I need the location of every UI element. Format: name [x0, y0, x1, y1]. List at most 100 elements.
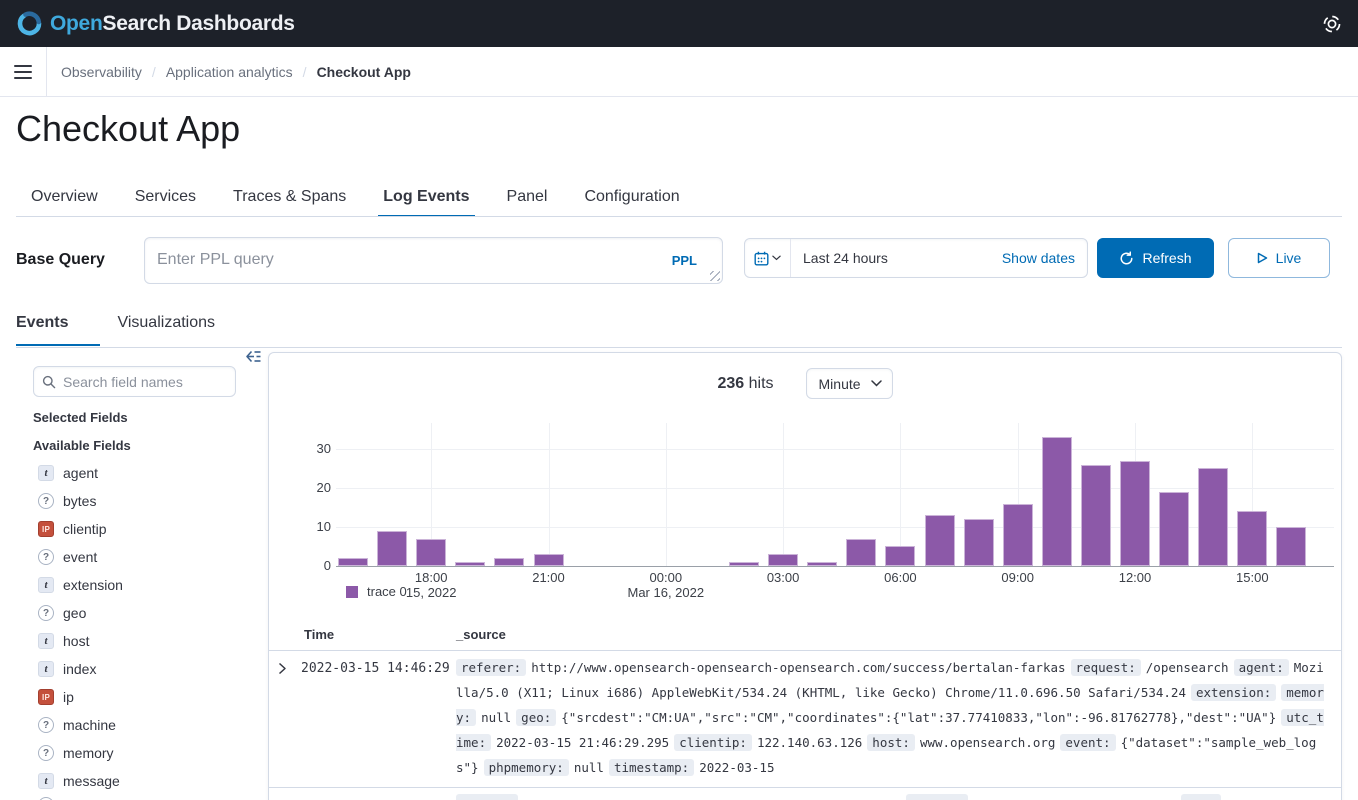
resize-handle-icon[interactable]	[710, 271, 720, 281]
chart-bar	[1159, 492, 1189, 566]
x-axis-tick-09-00: 09:00	[1001, 570, 1034, 585]
text-type-icon: t	[38, 661, 54, 677]
opensearch-logo-icon	[16, 10, 43, 37]
collapse-sidebar-icon[interactable]	[245, 350, 262, 363]
hits-histogram: trace 0 010203018:0015, 202221:0000:00Ma…	[269, 353, 1341, 613]
field-item-machine[interactable]: ?machine	[38, 711, 238, 739]
y-axis-tick-0: 0	[301, 558, 331, 573]
breadcrumb-bar: Observability/Application analytics/Chec…	[0, 47, 1358, 97]
next-row-badge-partial	[906, 794, 968, 800]
field-item-index[interactable]: tindex	[38, 655, 238, 683]
chart-bar	[1276, 527, 1306, 566]
refresh-button[interactable]: Refresh	[1097, 238, 1214, 278]
legend-label: trace 0	[367, 584, 407, 599]
calendar-quick-select-button[interactable]	[745, 239, 791, 277]
live-button[interactable]: Live	[1228, 238, 1330, 278]
expand-row-icon[interactable]	[278, 662, 287, 675]
selected-fields-heading: Selected Fields	[33, 410, 128, 425]
tab-events[interactable]: Events	[16, 314, 100, 346]
time-range-value[interactable]: Last 24 hours	[791, 250, 1002, 266]
unknown-type-icon: ?	[38, 549, 54, 565]
field-item-geo[interactable]: ?geo	[38, 599, 238, 627]
chart-bar	[1237, 511, 1267, 566]
breadcrumb-item-application-analytics[interactable]: Application analytics	[166, 64, 293, 80]
show-dates-link[interactable]: Show dates	[1002, 250, 1087, 266]
page-title: Checkout App	[16, 108, 240, 150]
field-item-message[interactable]: tmessage	[38, 767, 238, 795]
source-value: {"srcdest":"CM:UA","src":"CM","coordinat…	[561, 710, 1276, 725]
source-key-badge: geo:	[516, 709, 556, 726]
chart-bar	[925, 515, 955, 566]
menu-hamburger-icon[interactable]	[0, 47, 47, 96]
source-key-badge: phpmemory:	[484, 759, 569, 776]
field-item-extension[interactable]: textension	[38, 571, 238, 599]
x-axis-tick-12-00: 12:00	[1119, 570, 1152, 585]
table-row: 2022-03-15 14:46:29 referer:http://www.o…	[269, 651, 1341, 787]
breadcrumb-item-observability[interactable]: Observability	[61, 64, 142, 80]
sub-tabs-divider	[16, 347, 1342, 348]
field-item-event[interactable]: ?event	[38, 543, 238, 571]
field-item-ip[interactable]: IPip	[38, 683, 238, 711]
play-icon	[1257, 252, 1268, 264]
field-search-input[interactable]	[63, 374, 213, 390]
source-value: null	[481, 710, 511, 725]
tab-panel[interactable]: Panel	[507, 188, 548, 217]
ppl-query-input[interactable]	[144, 237, 723, 284]
gridline-x-00-00	[666, 423, 667, 566]
source-key-badge: referer:	[456, 659, 526, 676]
source-value: 2022-03-15	[699, 760, 774, 775]
column-header-source: _source	[456, 627, 506, 642]
x-axis-tick-18-00: 18:00	[415, 570, 448, 585]
field-name: message	[63, 773, 120, 789]
table-header: Time _source	[269, 619, 1341, 651]
source-key-badge: request:	[1071, 659, 1141, 676]
chevron-down-icon	[772, 255, 781, 261]
field-item-memory[interactable]: ?memory	[38, 739, 238, 767]
live-button-label: Live	[1276, 250, 1302, 266]
y-axis-tick-20: 20	[301, 480, 331, 495]
chart-bar	[455, 562, 485, 566]
field-item-host[interactable]: thost	[38, 627, 238, 655]
logo-text: OpenSearch Dashboards	[50, 12, 295, 36]
source-key-badge: agent:	[1234, 659, 1289, 676]
tab-overview[interactable]: Overview	[31, 188, 98, 217]
refresh-icon	[1119, 251, 1134, 266]
tab-configuration[interactable]: Configuration	[584, 188, 679, 217]
source-value: 122.140.63.126	[757, 735, 862, 750]
chart-bar	[1042, 437, 1072, 566]
cell-source: referer:http://www.opensearch-opensearch…	[456, 655, 1325, 780]
field-item-clientip[interactable]: IPclientip	[38, 515, 238, 543]
y-axis-tick-30: 30	[301, 441, 331, 456]
gridline-y-0	[336, 566, 1334, 567]
tab-services[interactable]: Services	[135, 188, 196, 217]
breadcrumb: Observability/Application analytics/Chec…	[61, 64, 411, 80]
field-name: agent	[63, 465, 98, 481]
source-key-badge: host:	[867, 734, 915, 751]
app-tabs-divider	[16, 216, 1342, 217]
chart-bar	[1003, 504, 1033, 566]
tab-traces-spans[interactable]: Traces & Spans	[233, 188, 346, 217]
x-axis-tick-00-00: 00:00	[650, 570, 683, 585]
ppl-language-badge: PPL	[672, 253, 697, 268]
field-item-bytes[interactable]: ?bytes	[38, 487, 238, 515]
chart-bar	[338, 558, 368, 566]
field-name: memory	[63, 745, 114, 761]
tab-log-events[interactable]: Log Events	[383, 188, 469, 217]
x-axis-tick-03-00: 03:00	[767, 570, 800, 585]
gridline-x-21-00	[549, 423, 550, 566]
field-name: index	[63, 661, 96, 677]
field-item-agent[interactable]: tagent	[38, 459, 238, 487]
gridline-x-03-00	[783, 423, 784, 566]
x-axis-tick-21-00: 21:00	[532, 570, 565, 585]
chart-bar	[1120, 461, 1150, 566]
source-key-badge: clientip:	[674, 734, 752, 751]
legend-item[interactable]: trace 0	[346, 584, 407, 599]
events-viz-tabs: Events Visualizations	[16, 314, 247, 346]
theme-circle-icon[interactable]	[1322, 14, 1342, 34]
gridline-x-06-00	[900, 423, 901, 566]
opensearch-logo[interactable]: OpenSearch Dashboards	[16, 10, 295, 37]
chart-bar	[807, 562, 837, 566]
breadcrumb-item-checkout-app: Checkout App	[317, 64, 411, 80]
tab-visualizations[interactable]: Visualizations	[117, 314, 247, 346]
breadcrumb-separator: /	[152, 64, 156, 80]
